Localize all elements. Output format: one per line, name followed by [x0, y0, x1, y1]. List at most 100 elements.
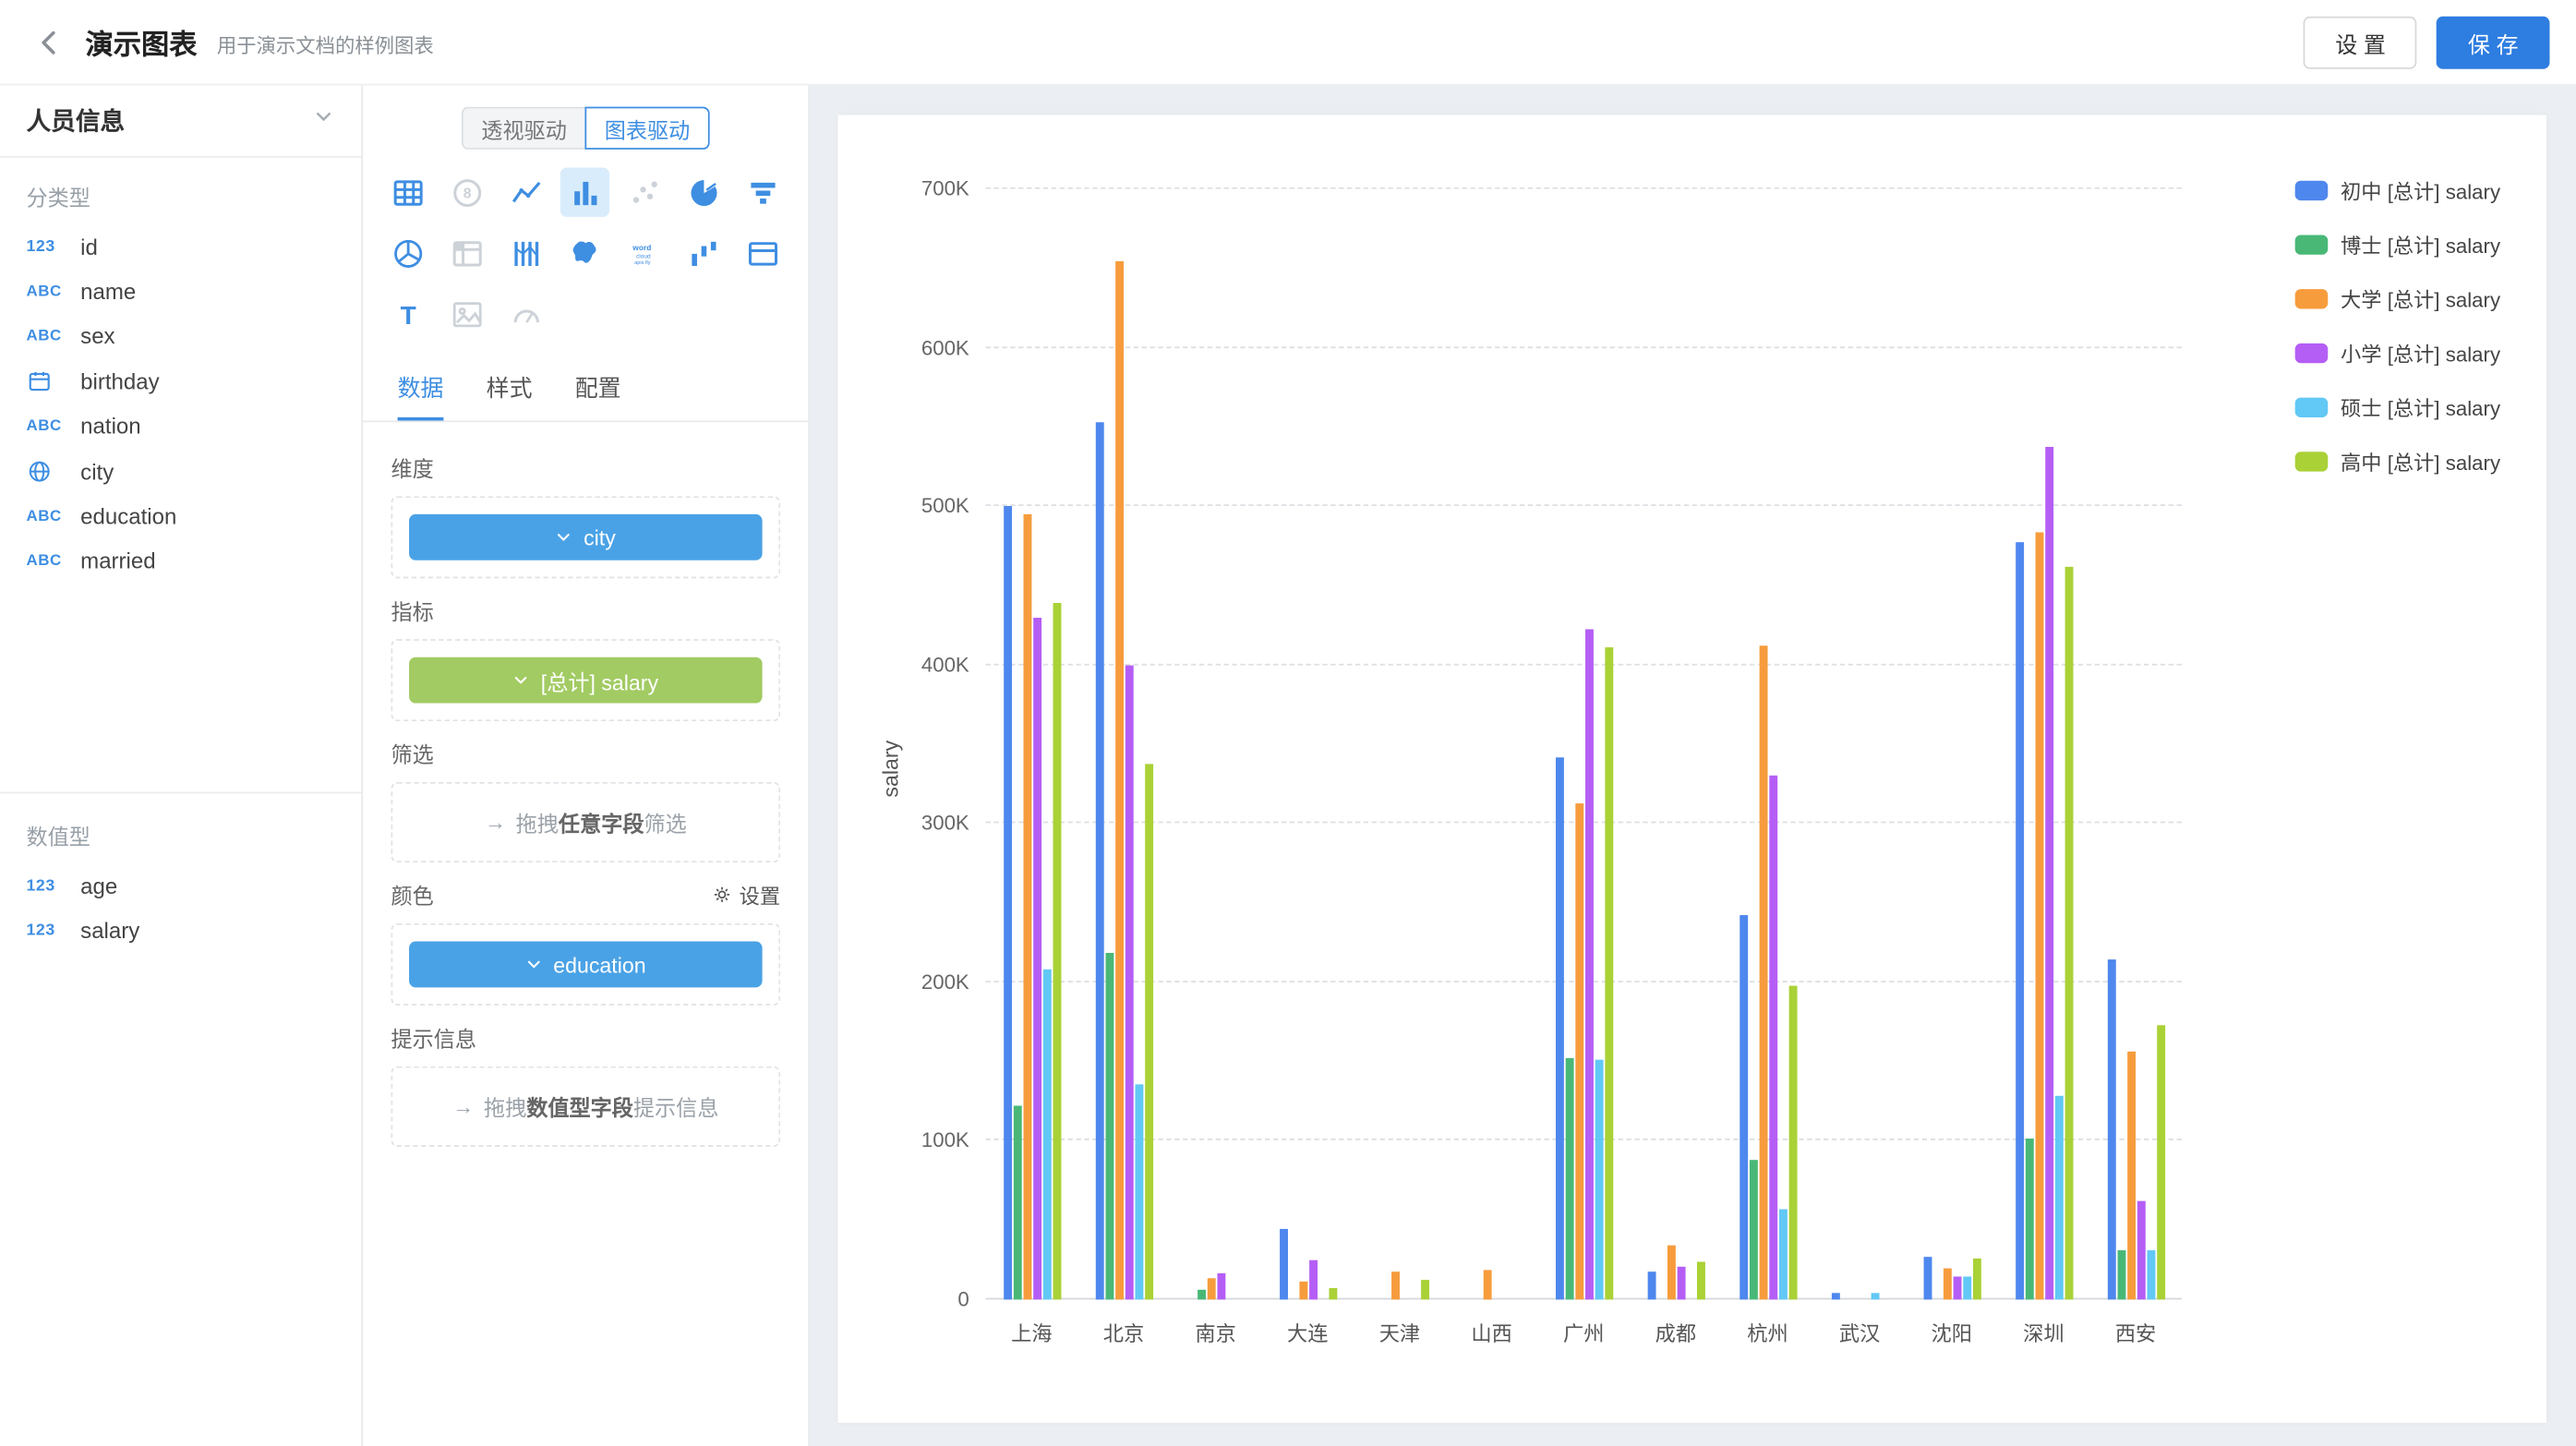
bar [1483, 1270, 1491, 1300]
field-item-married[interactable]: ABCmarried [0, 539, 361, 584]
bar [1555, 757, 1563, 1300]
metric-dropzone[interactable]: [总计] salary [391, 639, 780, 721]
svg-text:apis fly: apis fly [634, 259, 651, 265]
chart-type-gauge-icon [502, 289, 551, 338]
legend-label: 博士 [总计] salary [2341, 228, 2500, 259]
chart-type-text-icon[interactable]: T [384, 289, 433, 338]
field-item-education[interactable]: ABCeducation [0, 495, 361, 539]
legend-item[interactable]: 高中 [总计] salary [2294, 445, 2500, 476]
chart-type-wordcloud-icon[interactable]: wordcloudapis fly [620, 228, 668, 277]
filter-dropzone[interactable]: → 拖拽任意字段筛选 [391, 782, 780, 862]
chart-canvas-area: salary 0100K200K300K400K500K600K700K 上海北… [810, 86, 2576, 1446]
x-axis-label: 南京 [1170, 1316, 1262, 1347]
chart-type-bar-icon[interactable] [561, 167, 610, 216]
field-item-sex[interactable]: ABCsex [0, 314, 361, 358]
legend-item[interactable]: 硕士 [总计] salary [2294, 391, 2500, 422]
bar [1696, 1261, 1704, 1299]
header-actions: 设 置 保 存 [2304, 16, 2549, 68]
y-tick-label: 200K [921, 970, 969, 994]
chart-type-table-icon[interactable] [384, 167, 433, 216]
legend-label: 初中 [总计] salary [2341, 175, 2500, 206]
field-item-age[interactable]: 123age [0, 864, 361, 909]
sidebar-sections: 分类型123idABCnameABCsexbirthdayABCnationci… [0, 158, 361, 953]
chart-type-pivot-icon [443, 228, 492, 277]
metric-pill-salary[interactable]: [总计] salary [409, 657, 763, 704]
legend-item[interactable]: 小学 [总计] salary [2294, 337, 2500, 368]
tab-data[interactable]: 数据 [398, 355, 444, 420]
tab-style[interactable]: 样式 [487, 355, 533, 420]
chevron-down-icon [525, 957, 542, 973]
legend-item[interactable]: 大学 [总计] salary [2294, 283, 2500, 314]
color-pill-education[interactable]: education [409, 942, 763, 988]
page-title: 演示图表 [86, 21, 198, 62]
chart-type-funnel-icon[interactable] [738, 167, 787, 216]
bar [1217, 1272, 1225, 1299]
chart-type-line-icon[interactable] [502, 167, 551, 216]
bar-group-北京 [1077, 189, 1170, 1300]
chart-type-pie-icon[interactable] [679, 167, 728, 216]
chart-type-map-icon[interactable] [561, 228, 610, 277]
field-item-city[interactable]: city [0, 449, 361, 495]
chart-type-image-icon [443, 289, 492, 338]
dataset-header[interactable]: 人员信息 [0, 86, 361, 158]
bar [1831, 1294, 1839, 1300]
legend-swatch [2294, 235, 2328, 254]
field-item-salary[interactable]: 123salary [0, 909, 361, 953]
settings-button[interactable]: 设 置 [2304, 16, 2416, 68]
field-name: birthday [80, 368, 159, 393]
legend-label: 硕士 [总计] salary [2341, 391, 2500, 422]
field-item-id[interactable]: 123id [0, 225, 361, 270]
color-dropzone[interactable]: education [391, 923, 780, 1006]
bar [2054, 1096, 2063, 1299]
x-axis-label: 杭州 [1722, 1316, 1814, 1347]
chart-type-rose-icon[interactable] [384, 228, 433, 277]
text-field-icon: ABC [26, 417, 66, 436]
chart-card: salary 0100K200K300K400K500K600K700K 上海北… [837, 115, 2546, 1423]
bar [1962, 1276, 1970, 1300]
mode-switch: 透视驱动 图表驱动 [363, 107, 808, 150]
bar [1871, 1294, 1879, 1300]
x-axis-labels: 上海北京南京大连天津山西广州成都杭州武汉沈阳深圳西安 [986, 1316, 2182, 1347]
bar [1768, 776, 1776, 1299]
chart-type-parallel-icon[interactable] [502, 228, 551, 277]
bar [1032, 618, 1041, 1300]
legend-item[interactable]: 博士 [总计] salary [2294, 228, 2500, 259]
field-item-name[interactable]: ABCname [0, 270, 361, 314]
field-item-nation[interactable]: ABCnation [0, 404, 361, 449]
sidebar-section: 数值型123age123salary [0, 797, 361, 953]
y-tick-label: 700K [921, 177, 969, 200]
tooltip-dropzone[interactable]: → 拖拽数值型字段提示信息 [391, 1066, 780, 1147]
bar [1279, 1228, 1287, 1299]
data-tab-body: 维度 city 指标 [总计] salary [363, 422, 808, 1446]
bar [1972, 1259, 1980, 1300]
tab-chart-driven[interactable]: 图表驱动 [584, 107, 709, 150]
bar [1647, 1271, 1655, 1300]
field-item-birthday[interactable]: birthday [0, 358, 361, 404]
text-field-icon: ABC [26, 552, 66, 571]
bar [2064, 567, 2073, 1300]
bar [1778, 1210, 1787, 1300]
pill-label: education [553, 952, 645, 977]
chevron-down-icon [556, 529, 572, 546]
tab-pivot-driven[interactable]: 透视驱动 [462, 107, 584, 150]
chart-type-waterfall-icon[interactable] [679, 228, 728, 277]
main-layout: 人员信息 分类型123idABCnameABCsexbirthdayABCnat… [0, 86, 2576, 1446]
bar [1042, 970, 1051, 1299]
chart-type-frame-icon[interactable] [738, 228, 787, 277]
bar [1390, 1271, 1399, 1300]
legend-item[interactable]: 初中 [总计] salary [2294, 175, 2500, 206]
drag-arrow-icon: → [452, 1094, 474, 1119]
back-button[interactable] [26, 18, 72, 65]
color-settings-label: 设置 [740, 879, 781, 910]
dimension-pill-city[interactable]: city [409, 514, 763, 560]
header-bar: 演示图表 用于演示文档的样例图表 设 置 保 存 [0, 0, 2576, 86]
x-axis-label: 西安 [2089, 1316, 2182, 1347]
dimension-dropzone[interactable]: city [391, 496, 780, 578]
bar [1953, 1276, 1961, 1300]
tab-config[interactable]: 配置 [575, 355, 621, 420]
x-axis-label: 上海 [986, 1316, 1078, 1347]
save-button[interactable]: 保 存 [2437, 16, 2549, 68]
legend-label: 高中 [总计] salary [2341, 445, 2500, 476]
color-settings-button[interactable]: 设置 [711, 879, 780, 910]
bar-group-西安 [2089, 189, 2182, 1300]
